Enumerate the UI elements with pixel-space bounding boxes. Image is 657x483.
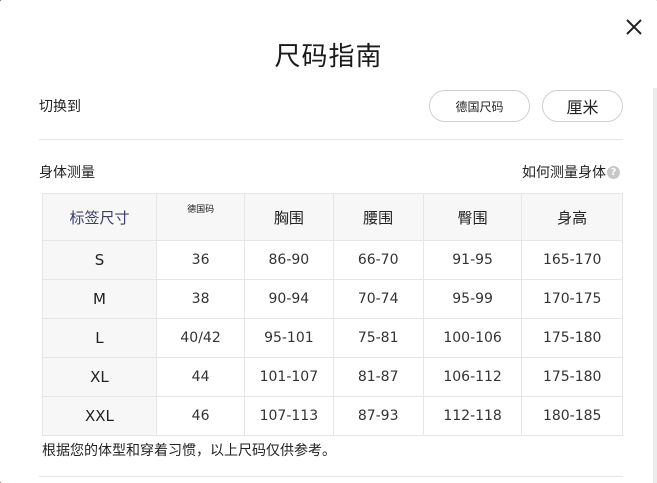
cell-german: 44 [155, 357, 246, 397]
header-label-size: 标签尺寸 [42, 193, 157, 241]
cell-size: XXL [42, 396, 157, 436]
cell-hip: 106-112 [422, 357, 523, 397]
table-row: L 40/42 95-101 75-81 100-106 175-180 [42, 318, 623, 358]
table-row: XL 44 101-107 81-87 106-112 175-180 [42, 357, 623, 397]
body-measurement-label: 身体测量 [39, 165, 95, 181]
size-disclaimer: 根据您的体型和穿着习惯，以上尺码仅供参考。 [42, 443, 336, 459]
table-header-row: 标签尺寸 德国码 胸围 腰围 臀围 身高 [42, 193, 623, 241]
cell-hip: 91-95 [422, 240, 523, 280]
cell-waist: 81-87 [332, 357, 424, 397]
header-chest: 胸围 [244, 193, 334, 241]
size-table: 标签尺寸 德国码 胸围 腰围 臀围 身高 S 36 86-90 66-70 91… [42, 193, 623, 436]
centimeter-button[interactable]: 厘米 [542, 90, 623, 122]
cell-waist: 66-70 [332, 240, 424, 280]
cell-chest: 90-94 [244, 279, 334, 319]
cell-size: M [42, 279, 157, 319]
cell-german: 40/42 [155, 318, 246, 358]
cell-chest: 86-90 [244, 240, 334, 280]
cell-height: 180-185 [521, 396, 623, 436]
switch-unit-label: 切换到 [39, 99, 81, 115]
close-icon [626, 19, 642, 35]
cell-hip: 100-106 [422, 318, 523, 358]
section-divider [39, 476, 623, 477]
german-size-button[interactable]: 德国尺码 [429, 90, 530, 122]
cell-height: 170-175 [521, 279, 623, 319]
header-height: 身高 [521, 193, 623, 241]
cell-german: 36 [155, 240, 246, 280]
cell-height: 165-170 [521, 240, 623, 280]
cell-chest: 107-113 [244, 396, 334, 436]
question-icon: ? [607, 165, 620, 179]
section-divider [39, 139, 623, 140]
cell-waist: 87-93 [332, 396, 424, 436]
how-to-measure-link[interactable]: 如何测量身体 ? [522, 162, 620, 182]
header-hip: 臀围 [422, 193, 523, 241]
cell-chest: 101-107 [244, 357, 334, 397]
close-button[interactable] [623, 16, 645, 38]
cell-height: 175-180 [521, 318, 623, 358]
table-row: XXL 46 107-113 87-93 112-118 180-185 [42, 396, 623, 436]
cell-size: S [42, 240, 157, 280]
cell-german: 46 [155, 396, 246, 436]
cell-size: L [42, 318, 157, 358]
table-row: M 38 90-94 70-74 95-99 170-175 [42, 279, 623, 319]
cell-hip: 95-99 [422, 279, 523, 319]
cell-size: XL [42, 357, 157, 397]
table-row: S 36 86-90 66-70 91-95 165-170 [42, 240, 623, 280]
header-german-size: 德国码 [155, 193, 246, 241]
modal-title: 尺码指南 [274, 42, 383, 72]
cell-german: 38 [155, 279, 246, 319]
scrollbar[interactable] [653, 88, 657, 483]
cell-height: 175-180 [521, 357, 623, 397]
cell-chest: 95-101 [244, 318, 334, 358]
size-guide-modal: 尺码指南 切换到 德国尺码 厘米 身体测量 如何测量身体 ? 标签尺寸 德国码 … [0, 0, 657, 483]
cell-hip: 112-118 [422, 396, 523, 436]
header-waist: 腰围 [332, 193, 424, 241]
cell-waist: 70-74 [332, 279, 424, 319]
cell-waist: 75-81 [332, 318, 424, 358]
how-to-measure-label: 如何测量身体 [522, 165, 606, 181]
